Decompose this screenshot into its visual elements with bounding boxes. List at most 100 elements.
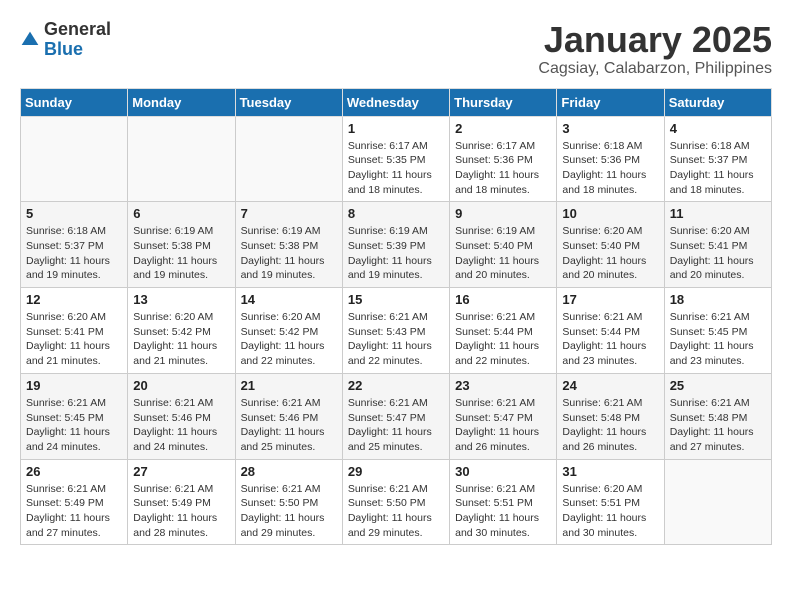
day-info: Sunrise: 6:21 AM Sunset: 5:48 PM Dayligh… [562, 396, 658, 455]
weekday-header-saturday: Saturday [664, 88, 771, 116]
calendar-week-2: 5Sunrise: 6:18 AM Sunset: 5:37 PM Daylig… [21, 202, 772, 288]
day-info: Sunrise: 6:21 AM Sunset: 5:49 PM Dayligh… [133, 482, 229, 541]
day-number: 1 [348, 121, 444, 136]
calendar-cell: 13Sunrise: 6:20 AM Sunset: 5:42 PM Dayli… [128, 288, 235, 374]
calendar-cell: 31 Sunrise: 6:20 AM Sunset: 5:51 PM Dayli… [557, 459, 664, 545]
day-number: 27 [133, 464, 229, 479]
month-title: January 2025 [538, 20, 772, 60]
day-number: 23 [455, 378, 551, 393]
calendar-cell: 24 Sunrise: 6:21 AM Sunset: 5:48 PM Dayli… [557, 373, 664, 459]
calendar-cell: 9 Sunrise: 6:19 AM Sunset: 5:40 PM Daylig… [450, 202, 557, 288]
day-info: Sunrise: 6:19 AM Sunset: 5:38 PM Dayligh… [241, 224, 337, 283]
calendar-cell: 30 Sunrise: 6:21 AM Sunset: 5:51 PM Dayli… [450, 459, 557, 545]
day-number: 13 [133, 292, 229, 307]
day-info: Sunrise: 6:21 AM Sunset: 5:51 PM Dayligh… [455, 482, 551, 541]
day-number: 8 [348, 206, 444, 221]
day-number: 17 [562, 292, 658, 307]
calendar-cell: 3 Sunrise: 6:18 AM Sunset: 5:36 PM Daylig… [557, 116, 664, 202]
day-number: 31 [562, 464, 658, 479]
calendar-cell: 7 Sunrise: 6:19 AM Sunset: 5:38 PM Daylig… [235, 202, 342, 288]
weekday-header-wednesday: Wednesday [342, 88, 449, 116]
calendar-cell: 17 Sunrise: 6:21 AM Sunset: 5:44 PM Dayli… [557, 288, 664, 374]
calendar-cell [21, 116, 128, 202]
day-info: Sunrise: 6:20 AM Sunset: 5:41 PM Dayligh… [26, 310, 122, 369]
day-number: 30 [455, 464, 551, 479]
calendar-cell: 26 Sunrise: 6:21 AM Sunset: 5:49 PM Dayli… [21, 459, 128, 545]
day-info: Sunrise: 6:21 AM Sunset: 5:49 PM Dayligh… [26, 482, 122, 541]
day-info: Sunrise: 6:21 AM Sunset: 5:50 PM Dayligh… [348, 482, 444, 541]
day-info: Sunrise: 6:21 AM Sunset: 5:45 PM Dayligh… [670, 310, 766, 369]
weekday-header-sunday: Sunday [21, 88, 128, 116]
day-number: 15 [348, 292, 444, 307]
logo-blue-text: Blue [44, 39, 83, 59]
calendar-cell: 19 Sunrise: 6:21 AM Sunset: 5:45 PM Dayli… [21, 373, 128, 459]
calendar-cell: 12 Sunrise: 6:20 AM Sunset: 5:41 PM Dayli… [21, 288, 128, 374]
calendar-cell [664, 459, 771, 545]
day-info: Sunrise: 6:21 AM Sunset: 5:44 PM Dayligh… [455, 310, 551, 369]
calendar-cell: 16 Sunrise: 6:21 AM Sunset: 5:44 PM Dayli… [450, 288, 557, 374]
day-number: 14 [241, 292, 337, 307]
weekday-header-row: SundayMondayTuesdayWednesdayThursdayFrid… [21, 88, 772, 116]
calendar-cell: 27 Sunrise: 6:21 AM Sunset: 5:49 PM Dayli… [128, 459, 235, 545]
calendar-week-1: 1 Sunrise: 6:17 AM Sunset: 5:35 PM Daylig… [21, 116, 772, 202]
page-header: General Blue January 2025 Cagsiay, Calab… [20, 20, 772, 78]
calendar-cell: 15 Sunrise: 6:21 AM Sunset: 5:43 PM Dayli… [342, 288, 449, 374]
day-number: 10 [562, 206, 658, 221]
day-info: Sunrise: 6:18 AM Sunset: 5:36 PM Dayligh… [562, 139, 658, 198]
day-number: 19 [26, 378, 122, 393]
calendar-cell: 29 Sunrise: 6:21 AM Sunset: 5:50 PM Dayli… [342, 459, 449, 545]
day-info: Sunrise: 6:17 AM Sunset: 5:35 PM Dayligh… [348, 139, 444, 198]
day-info: Sunrise: 6:21 AM Sunset: 5:46 PM Dayligh… [241, 396, 337, 455]
day-info: Sunrise: 6:21 AM Sunset: 5:47 PM Dayligh… [455, 396, 551, 455]
day-info: Sunrise: 6:21 AM Sunset: 5:44 PM Dayligh… [562, 310, 658, 369]
calendar-header: SundayMondayTuesdayWednesdayThursdayFrid… [21, 88, 772, 116]
day-number: 7 [241, 206, 337, 221]
day-info: Sunrise: 6:21 AM Sunset: 5:47 PM Dayligh… [348, 396, 444, 455]
day-number: 5 [26, 206, 122, 221]
calendar-cell: 18Sunrise: 6:21 AM Sunset: 5:45 PM Dayli… [664, 288, 771, 374]
weekday-header-thursday: Thursday [450, 88, 557, 116]
day-info: Sunrise: 6:21 AM Sunset: 5:45 PM Dayligh… [26, 396, 122, 455]
calendar-cell: 23 Sunrise: 6:21 AM Sunset: 5:47 PM Dayli… [450, 373, 557, 459]
day-number: 6 [133, 206, 229, 221]
day-number: 29 [348, 464, 444, 479]
day-info: Sunrise: 6:20 AM Sunset: 5:51 PM Dayligh… [562, 482, 658, 541]
day-number: 21 [241, 378, 337, 393]
calendar-table: SundayMondayTuesdayWednesdayThursdayFrid… [20, 88, 772, 546]
calendar-cell [235, 116, 342, 202]
day-number: 3 [562, 121, 658, 136]
weekday-header-monday: Monday [128, 88, 235, 116]
day-number: 24 [562, 378, 658, 393]
day-number: 12 [26, 292, 122, 307]
day-number: 9 [455, 206, 551, 221]
calendar-cell [128, 116, 235, 202]
calendar-week-4: 19 Sunrise: 6:21 AM Sunset: 5:45 PM Dayli… [21, 373, 772, 459]
day-info: Sunrise: 6:20 AM Sunset: 5:42 PM Dayligh… [241, 310, 337, 369]
day-info: Sunrise: 6:19 AM Sunset: 5:38 PM Dayligh… [133, 224, 229, 283]
day-info: Sunrise: 6:20 AM Sunset: 5:40 PM Dayligh… [562, 224, 658, 283]
day-info: Sunrise: 6:17 AM Sunset: 5:36 PM Dayligh… [455, 139, 551, 198]
calendar-cell: 6 Sunrise: 6:19 AM Sunset: 5:38 PM Daylig… [128, 202, 235, 288]
weekday-header-friday: Friday [557, 88, 664, 116]
day-info: Sunrise: 6:21 AM Sunset: 5:43 PM Dayligh… [348, 310, 444, 369]
calendar-week-5: 26 Sunrise: 6:21 AM Sunset: 5:49 PM Dayli… [21, 459, 772, 545]
day-info: Sunrise: 6:19 AM Sunset: 5:39 PM Dayligh… [348, 224, 444, 283]
logo-general-text: General [44, 19, 111, 39]
day-info: Sunrise: 6:19 AM Sunset: 5:40 PM Dayligh… [455, 224, 551, 283]
logo: General Blue [20, 20, 111, 60]
day-info: Sunrise: 6:21 AM Sunset: 5:48 PM Dayligh… [670, 396, 766, 455]
day-info: Sunrise: 6:18 AM Sunset: 5:37 PM Dayligh… [670, 139, 766, 198]
calendar-week-3: 12 Sunrise: 6:20 AM Sunset: 5:41 PM Dayli… [21, 288, 772, 374]
day-number: 16 [455, 292, 551, 307]
day-number: 26 [26, 464, 122, 479]
day-info: Sunrise: 6:21 AM Sunset: 5:46 PM Dayligh… [133, 396, 229, 455]
calendar-cell: 4 Sunrise: 6:18 AM Sunset: 5:37 PM Daylig… [664, 116, 771, 202]
day-number: 22 [348, 378, 444, 393]
calendar-cell: 10 Sunrise: 6:20 AM Sunset: 5:40 PM Dayli… [557, 202, 664, 288]
calendar-cell: 28Sunrise: 6:21 AM Sunset: 5:50 PM Dayli… [235, 459, 342, 545]
day-number: 4 [670, 121, 766, 136]
calendar-body: 1 Sunrise: 6:17 AM Sunset: 5:35 PM Daylig… [21, 116, 772, 545]
day-number: 11 [670, 206, 766, 221]
day-number: 28 [241, 464, 337, 479]
logo-icon [20, 30, 40, 50]
